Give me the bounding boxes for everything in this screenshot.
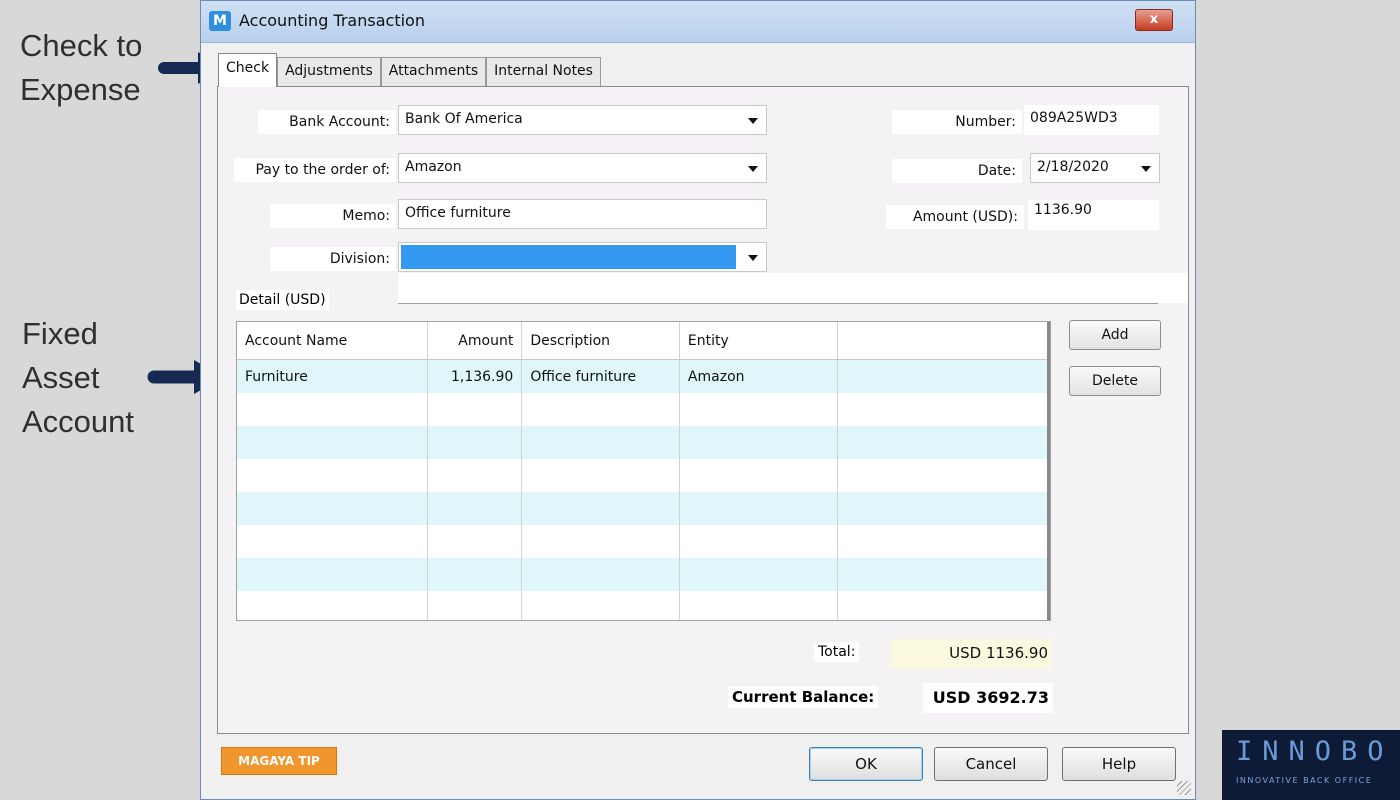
ok-button[interactable]: OK <box>809 747 923 781</box>
table-row[interactable]: Furniture 1,136.90 Office furniture Amaz… <box>237 360 1050 393</box>
cell-entity[interactable]: Amazon <box>680 360 838 393</box>
column-account-name[interactable]: Account Name <box>237 322 428 359</box>
date-picker[interactable]: 2/18/2020 <box>1030 153 1160 183</box>
tab-internal-notes[interactable]: Internal Notes <box>486 57 601 87</box>
detail-label: Detail (USD) <box>236 290 329 310</box>
cell-amount[interactable]: 1,136.90 <box>428 360 523 393</box>
detail-grid[interactable]: Account Name Amount Description Entity F… <box>236 321 1051 621</box>
help-button[interactable]: Help <box>1062 747 1176 781</box>
tab-attachments[interactable]: Attachments <box>380 57 487 87</box>
window-title: Accounting Transaction <box>239 11 425 30</box>
grid-header: Account Name Amount Description Entity <box>237 322 1050 360</box>
memo-field[interactable]: Office furniture <box>398 199 767 229</box>
magaya-tip-button[interactable]: MAGAYA TIP <box>221 747 337 775</box>
table-row[interactable] <box>237 459 1050 492</box>
date-label: Date: <box>892 159 1022 183</box>
amount-value: 1136.90 <box>1034 202 1092 218</box>
cell-account-name[interactable]: Furniture <box>237 360 428 393</box>
detail-header-area <box>398 273 1188 303</box>
column-extra[interactable] <box>838 322 1050 359</box>
amount-label: Amount (USD): <box>886 205 1024 229</box>
chevron-down-icon <box>748 255 758 261</box>
column-description[interactable]: Description <box>522 322 680 359</box>
table-row[interactable] <box>237 525 1050 558</box>
annotation-line: Expense <box>20 72 141 107</box>
annotation-fixed-asset-account: Fixed Asset Account <box>22 312 134 444</box>
column-entity[interactable]: Entity <box>680 322 838 359</box>
close-button[interactable]: x <box>1135 9 1173 31</box>
accounting-transaction-window: M Accounting Transaction x Check Adjustm… <box>200 0 1196 800</box>
annotation-line: Fixed <box>22 316 98 351</box>
total-value: USD 1136.90 <box>890 639 1052 669</box>
logo-tagline: INNOVATIVE BACK OFFICE <box>1236 776 1373 785</box>
total-label: Total: <box>814 642 860 662</box>
bank-account-dropdown[interactable]: Bank Of America <box>398 105 767 135</box>
chevron-down-icon <box>748 118 758 124</box>
current-balance-value: USD 3692.73 <box>923 683 1053 713</box>
table-row[interactable] <box>237 558 1050 591</box>
annotation-line: Account <box>22 404 135 439</box>
amount-field[interactable]: 1136.90 <box>1028 200 1159 230</box>
table-row[interactable] <box>237 492 1050 525</box>
resize-grip-icon[interactable] <box>1177 781 1191 795</box>
division-label: Division: <box>270 247 396 271</box>
division-selection <box>401 245 736 269</box>
tab-check[interactable]: Check <box>218 53 278 87</box>
current-balance-label: Current Balance: <box>728 686 879 708</box>
table-row[interactable] <box>237 591 1050 620</box>
cell-extra[interactable] <box>838 360 1050 393</box>
cancel-button[interactable]: Cancel <box>934 747 1048 781</box>
check-panel: Bank Account: Bank Of America Pay to the… <box>217 86 1189 734</box>
delete-button[interactable]: Delete <box>1069 366 1161 396</box>
annotation-check-to-expense: Check to Expense <box>20 24 142 112</box>
division-dropdown[interactable] <box>398 242 767 272</box>
payee-value: Amazon <box>405 159 462 175</box>
payee-dropdown[interactable]: Amazon <box>398 153 767 183</box>
number-value: 089A25WD3 <box>1030 110 1118 126</box>
bank-account-label: Bank Account: <box>258 110 396 134</box>
grid-scrollbar[interactable] <box>1047 322 1050 620</box>
app-icon: M <box>209 11 231 31</box>
chevron-down-icon <box>748 166 758 172</box>
tab-bar: Check Adjustments Attachments Internal N… <box>218 53 601 87</box>
annotation-line: Check to <box>20 28 143 63</box>
column-amount[interactable]: Amount <box>428 322 523 359</box>
logo-main-text: INNOBO <box>1236 736 1394 767</box>
title-bar: M Accounting Transaction x <box>201 1 1195 43</box>
cell-description[interactable]: Office furniture <box>522 360 680 393</box>
table-row[interactable] <box>237 393 1050 426</box>
memo-value: Office furniture <box>405 205 511 221</box>
date-value: 2/18/2020 <box>1037 159 1109 175</box>
memo-label: Memo: <box>270 204 396 228</box>
detail-divider <box>398 303 1158 304</box>
table-row[interactable] <box>237 426 1050 459</box>
annotation-line: Asset <box>22 360 100 395</box>
add-button[interactable]: Add <box>1069 320 1161 350</box>
number-field[interactable]: 089A25WD3 <box>1024 105 1159 135</box>
tab-adjustments[interactable]: Adjustments <box>277 57 381 87</box>
number-label: Number: <box>892 110 1022 134</box>
payee-label: Pay to the order of: <box>234 158 396 182</box>
innobo-logo: INNOBO INNOVATIVE BACK OFFICE <box>1222 730 1400 800</box>
chevron-down-icon <box>1141 166 1151 172</box>
bank-account-value: Bank Of America <box>405 111 523 127</box>
